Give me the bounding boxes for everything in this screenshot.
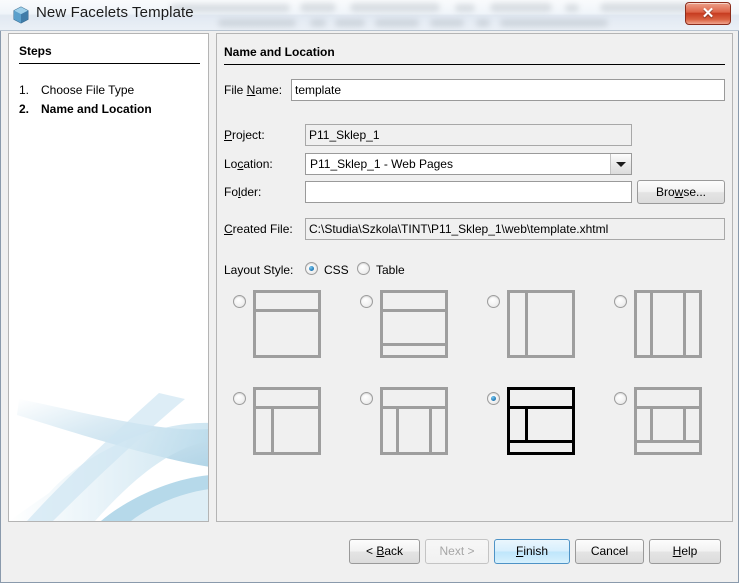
help-button[interactable]: Help [649,539,721,564]
project-label: Project: [224,128,265,142]
radio-layout-template-1[interactable] [233,295,246,308]
step-number: 1. [19,83,30,97]
steps-divider [19,63,200,64]
layout-thumb-header-three-columns[interactable] [380,387,448,455]
decorative-swoosh [9,393,208,521]
steps-panel: Steps 1. Choose File Type 2. Name and Loca… [8,33,209,522]
layout-thumb-sidebar-content[interactable] [507,290,575,358]
page-title: Name and Location [224,45,335,59]
radio-layout-template-6[interactable] [360,392,373,405]
steps-heading: Steps [19,44,52,58]
browse-button[interactable]: Browse... [637,180,725,204]
radio-layout-template-5[interactable] [233,392,246,405]
created-file-input [305,218,725,240]
layout-thumb-left-content-right[interactable] [634,290,702,358]
close-icon: ✕ [701,5,715,22]
radio-layout-template-3[interactable] [487,295,500,308]
step-number: 2. [19,102,30,116]
next-button: Next > [425,539,489,564]
layout-thumb-header-content[interactable] [253,290,321,358]
radio-layout-style-table[interactable] [357,262,370,275]
dialog-body: Steps 1. Choose File Type 2. Name and Loca… [0,31,739,583]
location-selected-value: P11_Sklep_1 - Web Pages [310,157,453,171]
back-button[interactable]: < Back [349,539,420,564]
layout-thumb-header-three-columns-footer[interactable] [634,387,702,455]
close-button[interactable]: ✕ [685,2,731,25]
folder-label: Folder: [224,185,262,199]
dialog-window: New Facelets Template ✕ Steps 1. Choose F… [0,0,739,583]
layout-thumb-header-sidebar-content-footer[interactable] [507,387,575,455]
content-panel: Name and Location File Name: Project: Lo… [216,33,733,522]
step-item-1: 1. Choose File Type [19,83,134,97]
chevron-down-icon[interactable] [610,154,631,174]
radio-layout-template-8[interactable] [614,392,627,405]
radio-label-table: Table [376,263,405,277]
step-item-2: 2. Name and Location [19,102,152,116]
cube-icon [13,6,29,24]
radio-layout-template-4[interactable] [614,295,627,308]
step-label: Name and Location [41,102,152,116]
finish-button[interactable]: Finish [494,539,570,564]
cancel-button[interactable]: Cancel [575,539,644,564]
radio-layout-template-7[interactable] [487,392,500,405]
file-name-input[interactable] [291,79,725,101]
layout-style-label: Layout Style: [224,263,294,277]
title-bar: New Facelets Template ✕ [0,0,739,31]
radio-layout-template-2[interactable] [360,295,373,308]
location-label: Location: [224,157,273,171]
project-input [305,124,632,146]
layout-thumb-header-content-footer[interactable] [380,290,448,358]
window-title: New Facelets Template [36,4,194,21]
file-name-label: File Name: [224,83,283,97]
location-dropdown[interactable]: P11_Sklep_1 - Web Pages [305,153,632,175]
step-label: Choose File Type [41,83,135,97]
radio-label-css: CSS [324,263,349,277]
section-divider [224,64,725,65]
folder-input[interactable] [305,181,632,203]
layout-thumb-header-sidebar-content[interactable] [253,387,321,455]
created-file-label: Created File: [224,222,293,236]
radio-layout-style-css[interactable] [305,262,318,275]
